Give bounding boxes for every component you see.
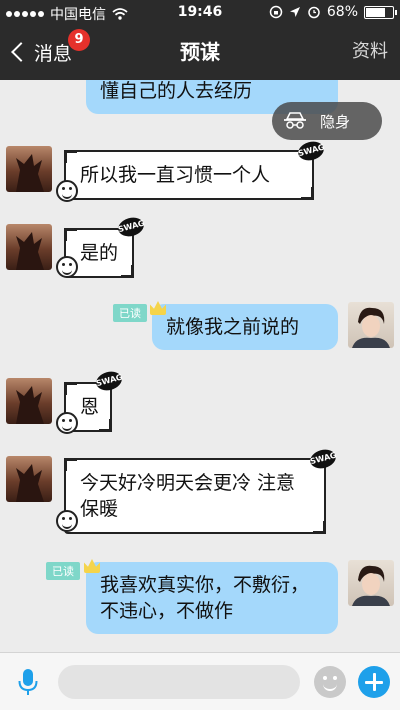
- chat-title: 预谋: [180, 40, 220, 64]
- input-bar: [0, 652, 400, 710]
- incognito-icon: [284, 112, 306, 129]
- microphone-icon[interactable]: [16, 667, 40, 697]
- message-text: 我喜欢真实你，不敷衍，不违心，不做作: [100, 574, 310, 622]
- stealth-toggle[interactable]: 隐身: [272, 102, 382, 140]
- battery-percent: 68%: [326, 4, 358, 20]
- message-list[interactable]: 懂自己的人去经历 隐身 所以我一直习惯一个人 SWAG 是的 SWAG 已读 就…: [0, 80, 400, 652]
- rotation-lock-icon: [269, 5, 283, 19]
- message-text: 今天好冷明天会更冷 注意保暖: [80, 472, 296, 520]
- avatar[interactable]: [6, 146, 52, 192]
- location-icon: [289, 7, 300, 17]
- message-text: 就像我之前说的: [166, 316, 300, 338]
- profile-button[interactable]: 资料: [352, 24, 388, 80]
- avatar[interactable]: [6, 224, 52, 270]
- avatar[interactable]: [348, 560, 394, 606]
- message-text: 恩: [80, 396, 100, 418]
- emoji-icon[interactable]: [314, 666, 346, 698]
- message-text: 是的: [80, 242, 119, 264]
- smiley-sticker-icon: [56, 510, 78, 532]
- status-right: 68%: [269, 4, 397, 20]
- message-bubble-other[interactable]: 所以我一直习惯一个人: [64, 150, 314, 200]
- message-bubble-self[interactable]: 就像我之前说的: [152, 304, 338, 350]
- smiley-sticker-icon: [56, 412, 78, 434]
- avatar-image: [352, 307, 390, 348]
- message-bubble-self[interactable]: 我喜欢真实你，不敷衍，不违心，不做作: [86, 562, 338, 634]
- status-bar: 中国电信 19:46 68%: [0, 0, 400, 24]
- message-text: 懂自己的人去经历: [100, 80, 253, 102]
- stealth-label: 隐身: [320, 112, 351, 131]
- avatar-image: [16, 464, 44, 502]
- message-input[interactable]: [58, 665, 300, 699]
- avatar[interactable]: [348, 302, 394, 348]
- avatar-image: [352, 565, 390, 606]
- read-receipt: 已读: [46, 562, 80, 580]
- smiley-sticker-icon: [56, 180, 78, 202]
- avatar[interactable]: [6, 378, 52, 424]
- message-text: 所以我一直习惯一个人: [80, 164, 271, 186]
- alarm-icon: [308, 6, 320, 19]
- smiley-sticker-icon: [56, 256, 78, 278]
- read-receipt: 已读: [113, 304, 147, 322]
- avatar-image: [16, 154, 44, 192]
- battery-icon: [364, 5, 397, 19]
- avatar-image: [16, 386, 44, 424]
- plus-icon[interactable]: [358, 666, 390, 698]
- nav-bar: 消息 9 预谋 资料: [0, 24, 400, 80]
- message-bubble-other[interactable]: 今天好冷明天会更冷 注意保暖: [64, 458, 326, 534]
- avatar-image: [16, 232, 44, 270]
- avatar[interactable]: [6, 456, 52, 502]
